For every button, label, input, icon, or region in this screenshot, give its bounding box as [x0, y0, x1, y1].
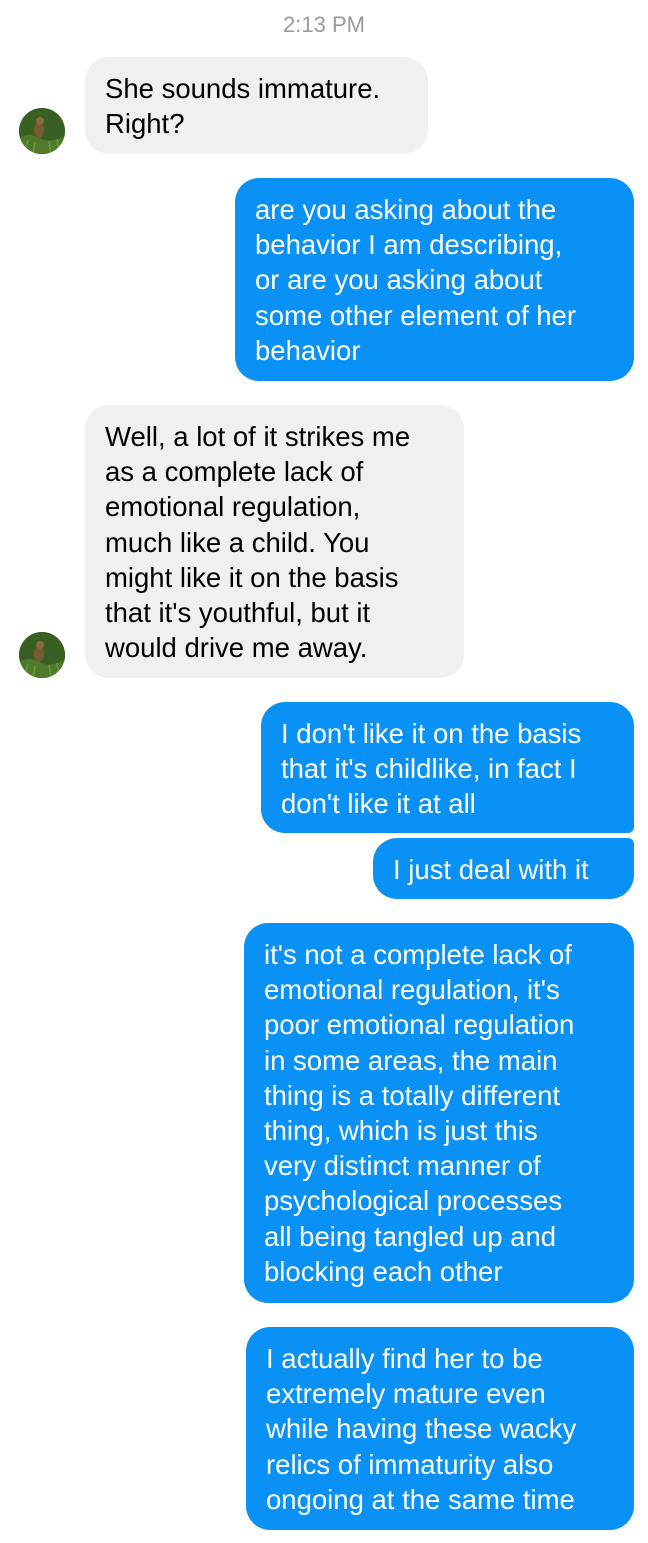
outgoing-message[interactable]: I don't like it on the basis that it's c…: [261, 702, 634, 833]
outgoing-message[interactable]: are you asking about the behavior I am d…: [235, 178, 634, 381]
avatar-photo-icon: [19, 108, 65, 154]
contact-avatar[interactable]: [19, 108, 65, 154]
outgoing-message[interactable]: I actually find her to be extremely matu…: [246, 1327, 634, 1530]
outgoing-message[interactable]: I just deal with it: [373, 838, 634, 899]
avatar-photo-icon: [19, 632, 65, 678]
incoming-message[interactable]: She sounds immature. Right?: [85, 57, 428, 154]
outgoing-message[interactable]: it's not a complete lack of emotional re…: [244, 923, 634, 1303]
message-timestamp: 2:13 PM: [283, 12, 365, 37]
incoming-message[interactable]: Well, a lot of it strikes me as a comple…: [85, 405, 464, 678]
contact-avatar[interactable]: [19, 632, 65, 678]
